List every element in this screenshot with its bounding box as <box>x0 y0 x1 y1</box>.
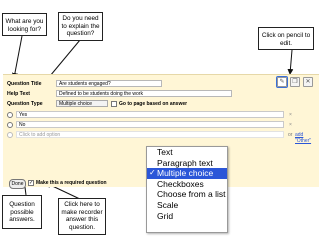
option-radio-1 <box>7 112 13 118</box>
delete-icon[interactable]: ✕ <box>303 77 313 87</box>
remove-option-icon-2[interactable]: × <box>289 122 292 128</box>
go-to-page-checkbox[interactable] <box>111 100 117 107</box>
duplicate-icon[interactable]: ❐ <box>290 77 300 87</box>
remove-option-icon-1[interactable]: × <box>289 112 292 118</box>
dropdown-item-multiple-choice[interactable]: ✓ Multiple choice <box>147 168 227 179</box>
title-label: Question Title <box>7 81 42 87</box>
pencil-icon[interactable]: ✎ <box>276 76 288 88</box>
dropdown-item-text[interactable]: Text <box>147 147 227 158</box>
add-option-field[interactable]: Click to add option <box>16 131 284 138</box>
title-field[interactable]: Are students engaged? <box>56 80 162 87</box>
type-select[interactable]: Multiple choice <box>56 100 108 107</box>
question-type-dropdown[interactable]: Text Paragraph text ✓ Multiple choice Che… <box>146 146 228 233</box>
callout-what: What are you looking for? <box>2 13 47 36</box>
checkmark-icon: ✓ <box>149 168 156 178</box>
type-label: Question Type <box>7 101 43 107</box>
dropdown-item-checkboxes[interactable]: Checkboxes <box>147 179 227 190</box>
callout-possible: Question possible answers. <box>2 195 42 229</box>
option-radio-2 <box>7 122 13 128</box>
callout-pencil: Click on pencil to edit. <box>258 27 314 50</box>
option-field-2[interactable]: No <box>16 121 284 128</box>
dropdown-item-grid[interactable]: Grid <box>147 211 227 222</box>
callout-recorder: Click here to make recorder answer this … <box>58 198 106 235</box>
option-field-1[interactable]: Yes <box>16 111 284 118</box>
required-label: Make this a required question <box>36 180 107 186</box>
dropdown-item-scale[interactable]: Scale <box>147 200 227 211</box>
dropdown-item-choose-from-list[interactable]: Choose from a list <box>147 189 227 200</box>
add-other-link[interactable]: add "Other" <box>295 132 319 144</box>
help-field[interactable]: Defined to be students doing the work <box>56 90 232 97</box>
editor-toolbar: ✎ ❐ ✕ <box>276 76 313 88</box>
help-label: Help Text <box>7 91 30 97</box>
option-radio-add <box>7 132 13 138</box>
add-other-prefix: or <box>288 132 293 138</box>
required-checkbox[interactable]: ✓ <box>28 180 34 186</box>
callout-explain: Do you need to explain the question? <box>58 12 103 41</box>
dropdown-item-paragraph-text[interactable]: Paragraph text <box>147 158 227 169</box>
done-button[interactable]: Done <box>9 179 26 189</box>
go-to-page-label: Go to page based on answer <box>119 101 188 107</box>
